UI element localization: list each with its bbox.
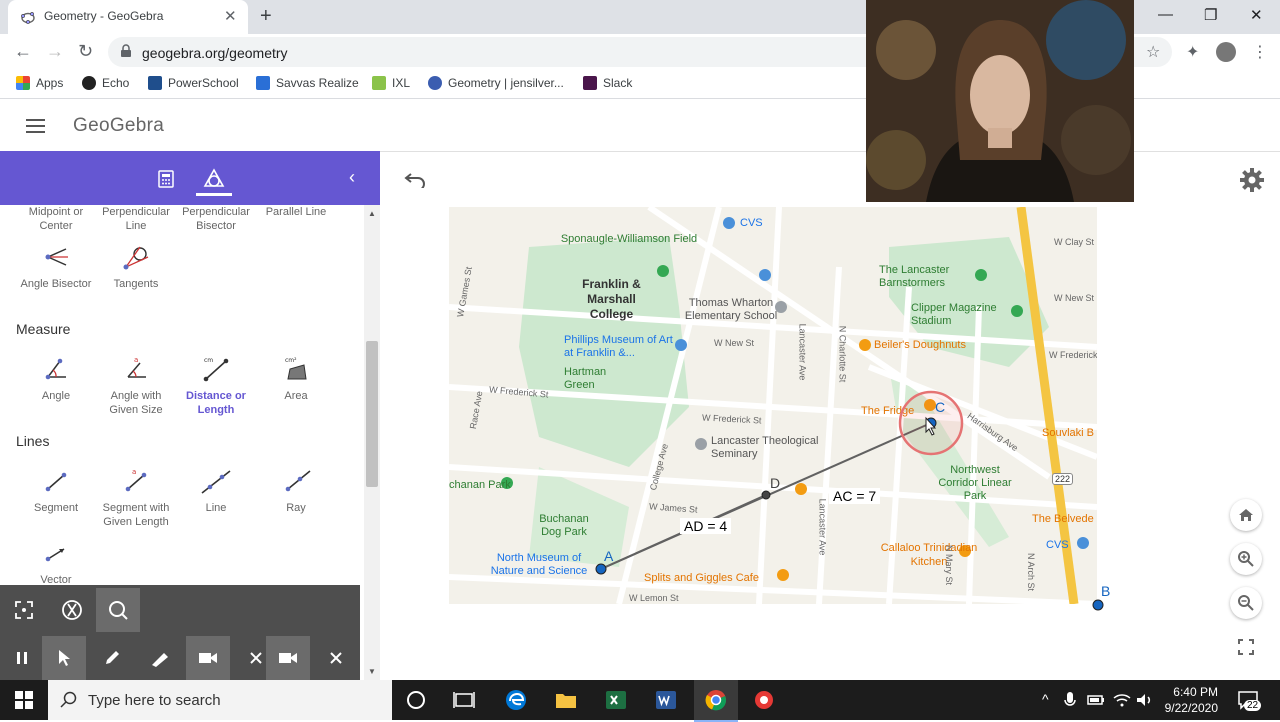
zoom-in-button[interactable] [1230,543,1262,575]
webcam-overlay [866,0,1134,202]
fullscreen-button[interactable] [1230,631,1262,663]
battery-icon[interactable] [1086,688,1106,712]
zoom-out-icon [1238,595,1254,611]
cortana-icon[interactable] [404,688,428,712]
point-d[interactable] [761,490,771,500]
volume-icon[interactable] [1134,688,1154,712]
distance-label-ad[interactable]: AD = 4 [680,518,732,534]
file-explorer-icon[interactable] [554,688,578,712]
chrome-icon [705,690,726,711]
taskbar-search-box[interactable]: Type here to search [48,680,392,720]
fullscreen-icon [1238,639,1254,655]
webcam-video [866,0,1134,202]
distance-label-ac[interactable]: AC = 7 [829,488,881,504]
task-view-icon[interactable] [452,688,476,712]
home-view-button[interactable] [1230,499,1262,531]
search-placeholder: Type here to search [88,692,221,709]
edge-browser-icon[interactable] [504,688,528,712]
point-b[interactable] [1092,599,1104,611]
windows-start-icon[interactable] [15,691,33,709]
point-a[interactable] [595,563,607,575]
point-a-label: A [604,548,614,564]
search-icon [60,691,77,708]
clock-date: 9/22/2020 [1164,701,1218,715]
zoom-out-button[interactable] [1230,587,1262,619]
home-icon [1239,509,1253,521]
windows-taskbar: Type here to search ^ 6:40 PM 9/22/2020 … [0,680,1280,722]
notification-count-badge: 22 [1244,700,1262,711]
microphone-icon[interactable] [1062,688,1078,712]
point-b-label: B [1101,583,1111,599]
zoom-in-icon [1238,551,1254,567]
point-c-label: C [935,399,946,415]
wifi-icon[interactable] [1112,688,1132,712]
system-clock[interactable]: 6:40 PM 9/22/2020 [1154,684,1218,716]
show-hidden-icons[interactable]: ^ [1042,691,1049,707]
screen-recorder-app-icon[interactable] [752,688,776,712]
word-icon[interactable] [654,688,678,712]
clock-time: 6:40 PM [1173,685,1218,699]
excel-icon[interactable] [604,688,628,712]
chrome-taskbar-button[interactable] [694,680,738,722]
point-d-label: D [770,475,781,491]
